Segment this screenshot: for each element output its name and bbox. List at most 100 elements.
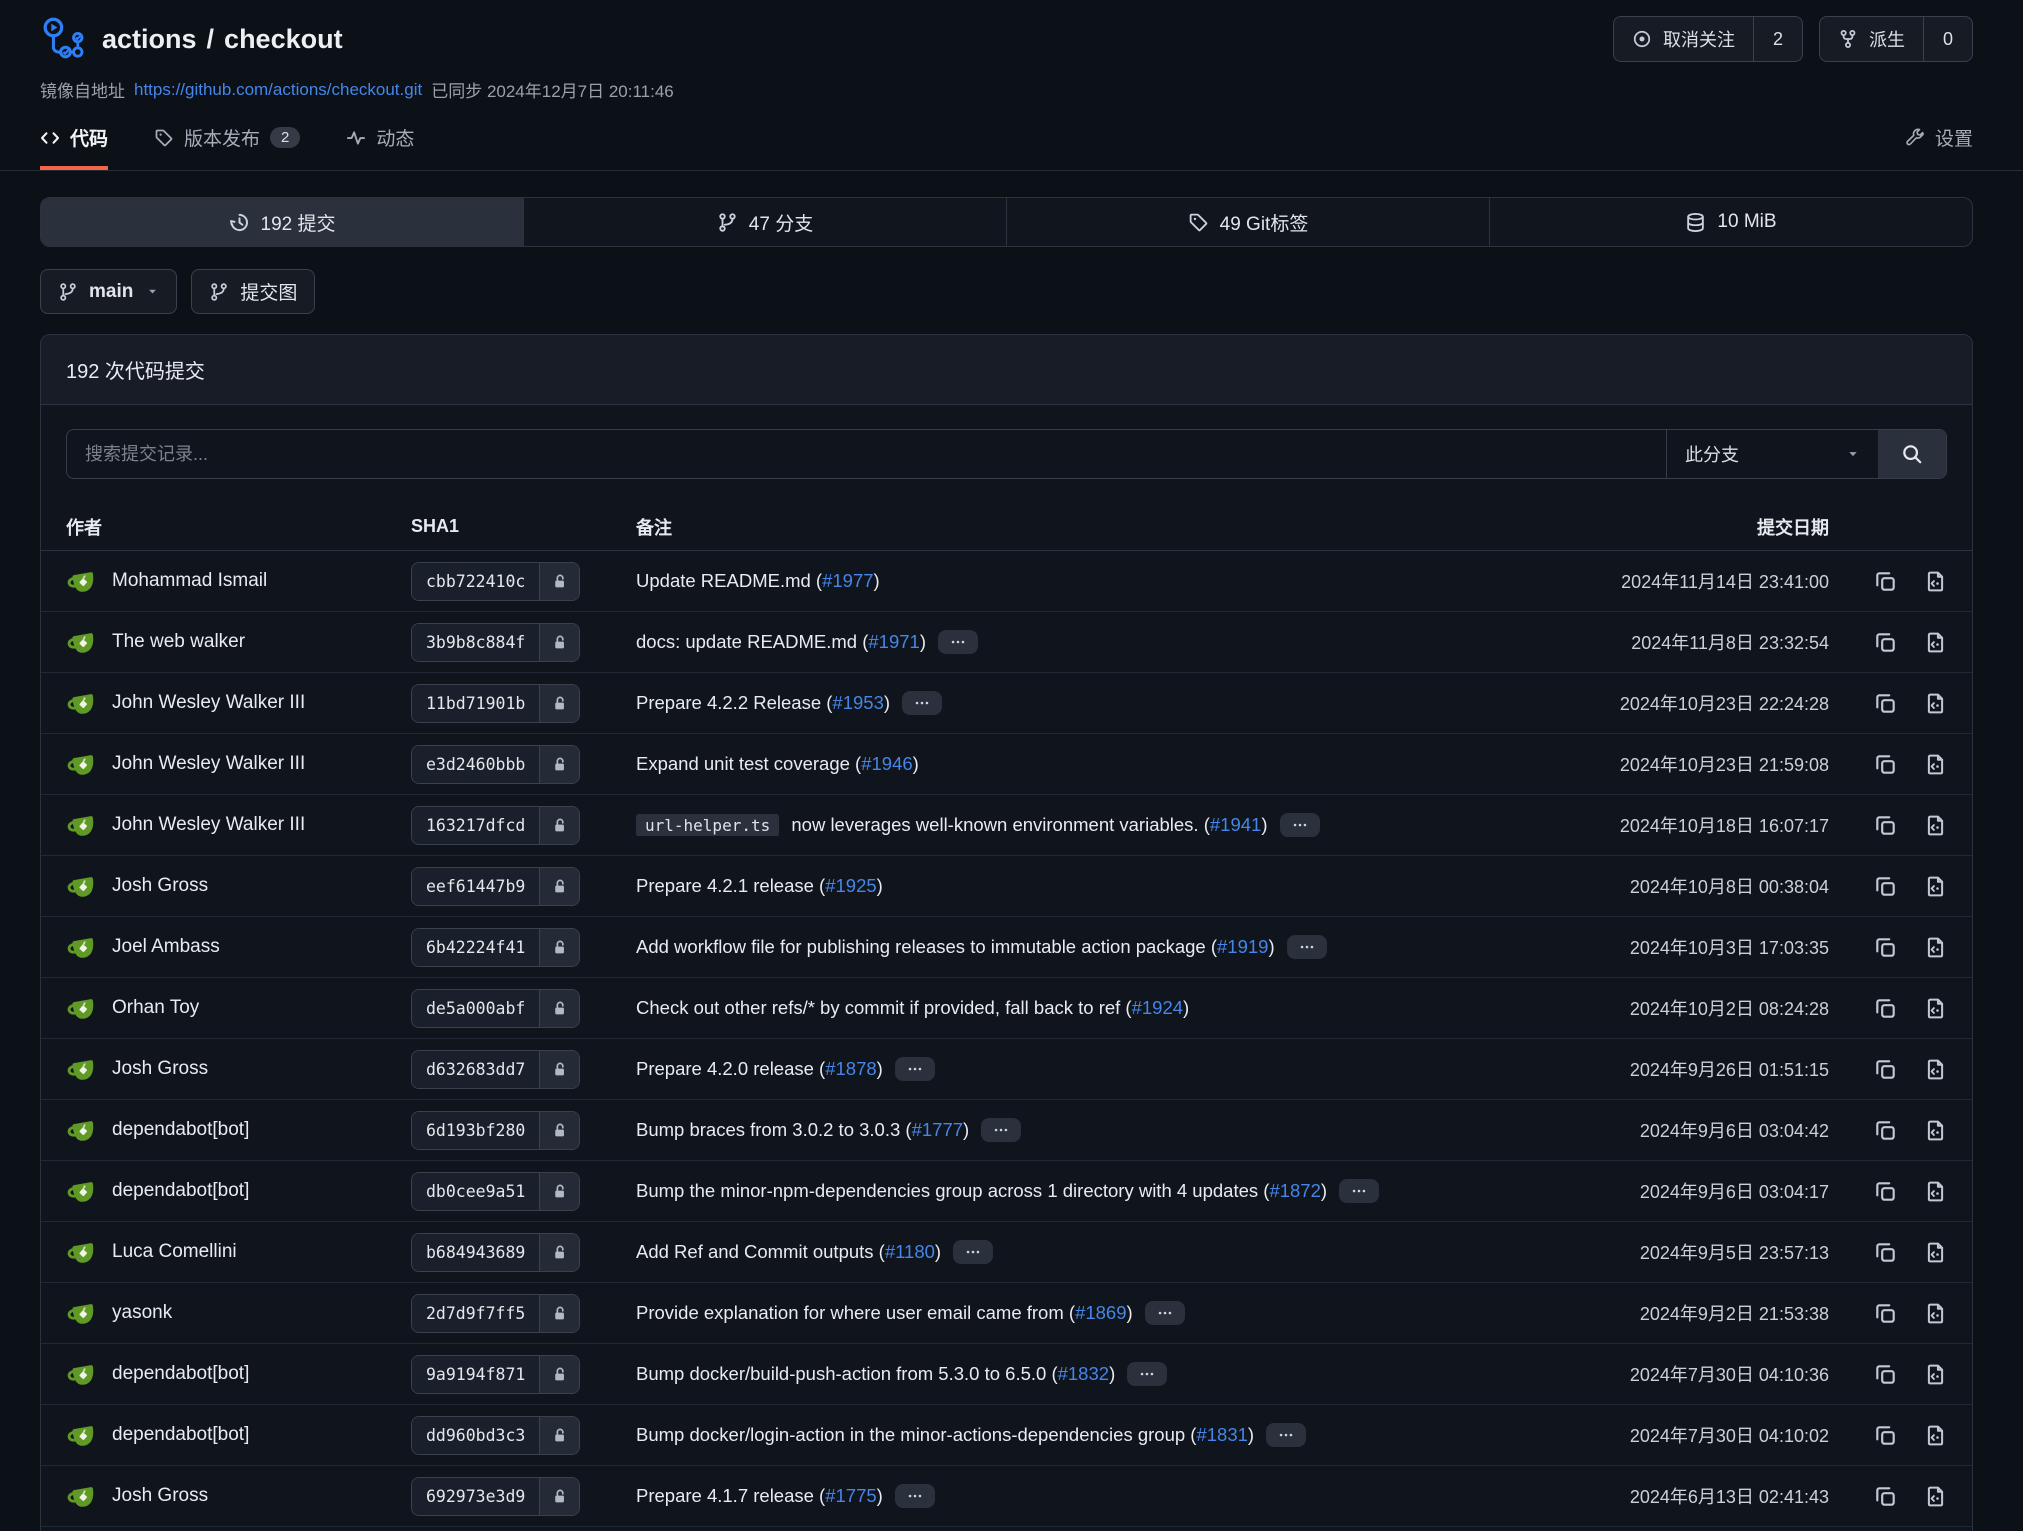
commit-author-name[interactable]: Josh Gross (112, 1485, 208, 1507)
copy-sha-button[interactable] (1874, 1485, 1897, 1508)
expand-commit-button[interactable] (1127, 1362, 1167, 1386)
commit-pr-link[interactable]: #1872 (1269, 1180, 1320, 1201)
commit-sha[interactable]: eef61447b9 (412, 868, 539, 905)
copy-sha-button[interactable] (1874, 1302, 1897, 1325)
commit-sha[interactable]: 11bd71901b (412, 685, 539, 722)
author-avatar-teacup-icon[interactable] (66, 810, 97, 841)
copy-sha-button[interactable] (1874, 1180, 1897, 1203)
search-button[interactable] (1878, 430, 1946, 478)
commit-sha-badge[interactable]: 6b42224f41 (411, 928, 580, 967)
browse-source-button[interactable] (1924, 1180, 1947, 1203)
commit-author-name[interactable]: dependabot[bot] (112, 1363, 249, 1385)
author-avatar-teacup-icon[interactable] (66, 1481, 97, 1512)
browse-source-button[interactable] (1924, 692, 1947, 715)
branch-filter-dropdown[interactable]: 此分支 (1666, 430, 1878, 478)
commit-author-name[interactable]: The web walker (112, 631, 245, 653)
commit-author-name[interactable]: Josh Gross (112, 875, 208, 897)
mirror-url-link[interactable]: https://github.com/actions/checkout.git (134, 80, 422, 100)
commit-sha-badge[interactable]: 2d7d9f7ff5 (411, 1294, 580, 1333)
stat-commits[interactable]: 192 提交 (41, 198, 523, 246)
browse-source-button[interactable] (1924, 1119, 1947, 1142)
expand-commit-button[interactable] (1145, 1301, 1185, 1325)
commit-sha-badge[interactable]: 9a9194f871 (411, 1355, 580, 1394)
commit-pr-link[interactable]: #1775 (825, 1485, 876, 1506)
browse-source-button[interactable] (1924, 1424, 1947, 1447)
commit-sha[interactable]: 6b42224f41 (412, 929, 539, 966)
expand-commit-button[interactable] (1280, 813, 1320, 837)
browse-source-button[interactable] (1924, 1058, 1947, 1081)
commit-pr-link[interactable]: #1971 (868, 631, 919, 652)
expand-commit-button[interactable] (895, 1484, 935, 1508)
fork-button[interactable]: 派生 0 (1819, 16, 1973, 62)
stat-tags[interactable]: 49 Git标签 (1006, 198, 1489, 246)
copy-sha-button[interactable] (1874, 570, 1897, 593)
browse-source-button[interactable] (1924, 997, 1947, 1020)
browse-source-button[interactable] (1924, 875, 1947, 898)
commit-sha[interactable]: dd960bd3c3 (412, 1417, 539, 1454)
expand-commit-button[interactable] (902, 691, 942, 715)
branch-selector[interactable]: main (40, 269, 177, 314)
expand-commit-button[interactable] (1339, 1179, 1379, 1203)
commit-sha[interactable]: 3b9b8c884f (412, 624, 539, 661)
commit-author-name[interactable]: Josh Gross (112, 1058, 208, 1080)
browse-source-button[interactable] (1924, 570, 1947, 593)
copy-sha-button[interactable] (1874, 936, 1897, 959)
copy-sha-button[interactable] (1874, 814, 1897, 837)
commit-pr-link[interactable]: #1925 (825, 875, 876, 896)
commit-sha-badge[interactable]: 11bd71901b (411, 684, 580, 723)
commit-pr-link[interactable]: #1777 (912, 1119, 963, 1140)
tab-activity[interactable]: 动态 (346, 124, 414, 170)
unwatch-button[interactable]: 取消关注 2 (1613, 16, 1803, 62)
forks-count[interactable]: 0 (1923, 17, 1972, 61)
commit-sha[interactable]: de5a000abf (412, 990, 539, 1027)
tab-code[interactable]: 代码 (40, 124, 108, 170)
commit-graph-button[interactable]: 提交图 (191, 269, 315, 314)
commit-pr-link[interactable]: #1831 (1196, 1424, 1247, 1445)
browse-source-button[interactable] (1924, 1302, 1947, 1325)
browse-source-button[interactable] (1924, 631, 1947, 654)
commit-sha[interactable]: 692973e3d9 (412, 1478, 539, 1515)
commit-pr-link[interactable]: #1946 (861, 753, 912, 774)
commit-sha[interactable]: e3d2460bbb (412, 746, 539, 783)
repo-avatar-actions-logo-icon[interactable] (40, 16, 86, 62)
expand-commit-button[interactable] (895, 1057, 935, 1081)
expand-commit-button[interactable] (1266, 1423, 1306, 1447)
expand-commit-button[interactable] (1287, 935, 1327, 959)
copy-sha-button[interactable] (1874, 692, 1897, 715)
commit-sha-badge[interactable]: 3b9b8c884f (411, 623, 580, 662)
commit-pr-link[interactable]: #1919 (1217, 936, 1268, 957)
commit-author-name[interactable]: John Wesley Walker III (112, 692, 305, 714)
commit-sha[interactable]: 9a9194f871 (412, 1356, 539, 1393)
author-avatar-teacup-icon[interactable] (66, 1359, 97, 1390)
author-avatar-teacup-icon[interactable] (66, 932, 97, 963)
copy-sha-button[interactable] (1874, 1363, 1897, 1386)
commit-sha[interactable]: d632683dd7 (412, 1051, 539, 1088)
commit-author-name[interactable]: dependabot[bot] (112, 1119, 249, 1141)
author-avatar-teacup-icon[interactable] (66, 627, 97, 658)
watchers-count[interactable]: 2 (1753, 17, 1802, 61)
commit-author-name[interactable]: yasonk (112, 1302, 172, 1324)
commit-sha-badge[interactable]: 692973e3d9 (411, 1477, 580, 1516)
copy-sha-button[interactable] (1874, 997, 1897, 1020)
author-avatar-teacup-icon[interactable] (66, 1054, 97, 1085)
repo-owner-link[interactable]: actions (102, 24, 197, 55)
copy-sha-button[interactable] (1874, 631, 1897, 654)
commit-sha[interactable]: db0cee9a51 (412, 1173, 539, 1210)
copy-sha-button[interactable] (1874, 875, 1897, 898)
expand-commit-button[interactable] (938, 630, 978, 654)
author-avatar-teacup-icon[interactable] (66, 871, 97, 902)
author-avatar-teacup-icon[interactable] (66, 749, 97, 780)
commit-author-name[interactable]: Orhan Toy (112, 997, 199, 1019)
commit-sha-badge[interactable]: 163217dfcd (411, 806, 580, 845)
browse-source-button[interactable] (1924, 814, 1947, 837)
stat-size[interactable]: 10 MiB (1489, 198, 1972, 246)
author-avatar-teacup-icon[interactable] (66, 993, 97, 1024)
commit-sha[interactable]: b684943689 (412, 1234, 539, 1271)
commit-sha[interactable]: 2d7d9f7ff5 (412, 1295, 539, 1332)
commit-pr-link[interactable]: #1180 (885, 1241, 935, 1262)
search-input[interactable] (67, 430, 1666, 478)
browse-source-button[interactable] (1924, 1363, 1947, 1386)
commit-sha-badge[interactable]: db0cee9a51 (411, 1172, 580, 1211)
commit-pr-link[interactable]: #1878 (825, 1058, 876, 1079)
commit-sha-badge[interactable]: dd960bd3c3 (411, 1416, 580, 1455)
